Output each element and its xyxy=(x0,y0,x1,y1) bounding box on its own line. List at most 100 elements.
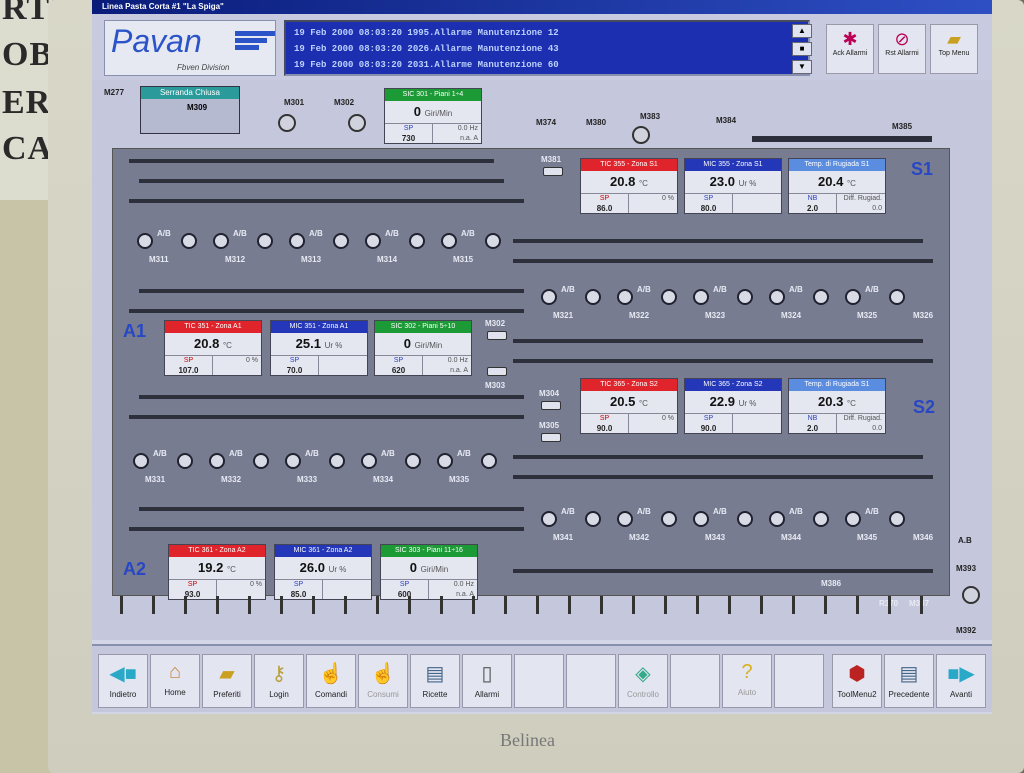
comandi-button[interactable]: ☝ Comandi xyxy=(306,654,356,708)
belt xyxy=(129,159,494,163)
roller-label: M325 xyxy=(857,311,878,320)
roller-m344[interactable]: A/B xyxy=(765,507,841,529)
roller-m342[interactable]: A/B xyxy=(613,507,689,529)
ricette-button[interactable]: ▤ Ricette xyxy=(410,654,460,708)
panel-setpoint[interactable]: SP 80.0 xyxy=(685,194,733,213)
panel-setpoint[interactable]: NB 2.0 xyxy=(789,414,837,433)
roller-m311[interactable]: A/B xyxy=(133,229,209,251)
reset-alarms-button[interactable]: ⊘ Rst Allarmi xyxy=(878,24,926,74)
back-button[interactable]: ◀■ Indietro xyxy=(98,654,148,708)
roller-m325[interactable]: A/B xyxy=(841,285,917,307)
logo-brand: Pavan xyxy=(111,23,202,59)
m302-side-label: M302 xyxy=(485,319,506,328)
roller-m313[interactable]: A/B xyxy=(285,229,361,251)
roller-m345[interactable]: A/B xyxy=(841,507,917,529)
roller-m331[interactable]: A/B xyxy=(129,449,205,471)
valve-m381-icon[interactable] xyxy=(543,167,563,176)
aiuto-button[interactable]: ? Aiuto xyxy=(722,654,772,708)
roller-m335[interactable]: A/B xyxy=(433,449,509,471)
panel-title: MIC 351 - Zona A1 xyxy=(271,321,367,333)
roller-m332[interactable]: A/B xyxy=(205,449,281,471)
avanti-button[interactable]: ■▶ Avanti xyxy=(936,654,986,708)
panel-setpoint[interactable]: NB 2.0 xyxy=(789,194,837,213)
roller-m314[interactable]: A/B xyxy=(361,229,437,251)
panel-setpoint[interactable]: SP 70.0 xyxy=(271,356,319,375)
mic365-panel[interactable]: MIC 365 - Zona S2 22.9 Ur % SP 90.0 xyxy=(684,378,782,434)
valve-m302-icon[interactable] xyxy=(487,331,507,340)
allarmi-button[interactable]: ▯ Allarmi xyxy=(462,654,512,708)
m309-label: M309 xyxy=(187,103,208,112)
alarm-line[interactable]: 19 Feb 2000 08:03:20 2026.Allarme Manute… xyxy=(294,41,800,57)
motor-m392-icon[interactable] xyxy=(962,586,980,604)
empty-slot xyxy=(514,654,564,708)
roller-m341[interactable]: A/B xyxy=(537,507,613,529)
panel-setpoint[interactable]: SP 107.0 xyxy=(165,356,213,375)
ack-alarms-button[interactable]: ✱ Ack Allarmi xyxy=(826,24,874,74)
roller-m333[interactable]: A/B xyxy=(281,449,357,471)
panel-readout: 0.0 Hz n.a. A xyxy=(457,125,478,142)
panel-setpoint[interactable]: SP 730 xyxy=(385,124,433,143)
consumi-icon: ☝ xyxy=(370,663,396,685)
alarm-scroll-down-icon[interactable]: ▼ xyxy=(792,60,812,74)
m385-label: M385 xyxy=(892,122,913,131)
panel-setpoint[interactable]: SP 90.0 xyxy=(581,414,629,433)
hmi-screen: Linea Pasta Corta #1 "La Spiga" Pavan Fb… xyxy=(92,0,992,714)
m384-label: M384 xyxy=(716,116,737,125)
bottom-toolbar: ◀■ Indietro ⌂ Home ▰ Preferiti ⚷ Login ☝ Coma… xyxy=(92,644,992,712)
panel-value: 23.0 Ur % xyxy=(709,174,757,189)
roller-m334[interactable]: A/B xyxy=(357,449,433,471)
mic355-panel[interactable]: MIC 355 - Zona S1 23.0 Ur % SP 80.0 xyxy=(684,158,782,214)
motor-m302-icon[interactable] xyxy=(348,114,366,132)
motor-m301-icon[interactable] xyxy=(278,114,296,132)
roller-m312[interactable]: A/B xyxy=(209,229,285,251)
login-label: Login xyxy=(269,690,289,699)
mic361-panel[interactable]: MIC 361 - Zona A2 26.0 Ur % SP 85.0 xyxy=(274,544,372,600)
alarm-list[interactable]: 19 Feb 2000 08:03:20 1995.Allarme Manute… xyxy=(284,20,810,76)
roller-m321[interactable]: A/B xyxy=(537,285,613,307)
alarm-line[interactable]: 19 Feb 2000 08:03:20 1995.Allarme Manute… xyxy=(294,25,800,41)
toolmenu2-button[interactable]: ⬢ ToolMenu2 xyxy=(832,654,882,708)
precedente-button[interactable]: ▤ Precedente xyxy=(884,654,934,708)
valve-m304-icon[interactable] xyxy=(541,401,561,410)
consumi-button[interactable]: ☝ Consumi xyxy=(358,654,408,708)
roller-m322[interactable]: A/B xyxy=(613,285,689,307)
preferiti-button[interactable]: ▰ Preferiti xyxy=(202,654,252,708)
controllo-button[interactable]: ◈ Controllo xyxy=(618,654,668,708)
panel-value: 0 Giri/Min xyxy=(409,560,449,575)
sic301-panel[interactable]: SIC 301 - Piani 1÷4 0 Giri/Min SP 730 0.0 … xyxy=(384,88,482,144)
alarm-scroll-up-icon[interactable]: ▲ xyxy=(792,24,812,38)
panel-setpoint[interactable]: SP 90.0 xyxy=(685,414,733,433)
belt xyxy=(513,239,923,243)
tic351-panel[interactable]: TIC 351 - Zona A1 20.8 °C SP 107.0 0 % xyxy=(164,320,262,376)
panel-value: 20.4 °C xyxy=(818,174,856,189)
panel-setpoint[interactable]: SP 620 xyxy=(375,356,423,375)
ricette-label: Ricette xyxy=(422,690,448,699)
panel-title: TIC 361 - Zona A2 xyxy=(169,545,265,557)
m393-label: M393 xyxy=(956,564,977,573)
sic302-panel[interactable]: SIC 302 - Piani 5÷10 0 Giri/Min SP 620 0.0… xyxy=(374,320,472,376)
panel-readout xyxy=(733,194,781,213)
tic361-panel[interactable]: TIC 361 - Zona A2 19.2 °C SP 93.0 0 % xyxy=(168,544,266,600)
toolmenu2-label: ToolMenu2 xyxy=(837,690,877,699)
belt xyxy=(129,527,524,531)
mic351-panel[interactable]: MIC 351 - Zona A1 25.1 Ur % SP 70.0 xyxy=(270,320,368,376)
roller-m324[interactable]: A/B xyxy=(765,285,841,307)
motor-m383-icon[interactable] xyxy=(632,126,650,144)
roller-m323[interactable]: A/B xyxy=(689,285,765,307)
roller-m315[interactable]: A/B xyxy=(437,229,513,251)
dewpoint-s2-panel[interactable]: Temp. di Rugiada S1 20.3 °C NB 2.0 Diff. R… xyxy=(788,378,886,434)
tic355-panel[interactable]: TIC 355 - Zona S1 20.8 °C SP 86.0 0 % xyxy=(580,158,678,214)
alarm-line[interactable]: 19 Feb 2000 08:03:20 2031.Allarme Manute… xyxy=(294,57,800,73)
ack-icon: ✱ xyxy=(842,29,858,49)
login-button[interactable]: ⚷ Login xyxy=(254,654,304,708)
tic365-panel[interactable]: TIC 365 - Zona S2 20.5 °C SP 90.0 0 % xyxy=(580,378,678,434)
alarm-scroll-mid-icon[interactable]: ■ xyxy=(792,42,812,56)
valve-m305-icon[interactable] xyxy=(541,433,561,442)
top-menu-button[interactable]: ▰ Top Menu xyxy=(930,24,978,74)
roller-m343[interactable]: A/B xyxy=(689,507,765,529)
sic303-panel[interactable]: SIC 303 - Piani 11÷16 0 Giri/Min SP 600 0.… xyxy=(380,544,478,600)
dewpoint-s1-panel[interactable]: Temp. di Rugiada S1 20.4 °C NB 2.0 Diff. R… xyxy=(788,158,886,214)
panel-setpoint[interactable]: SP 86.0 xyxy=(581,194,629,213)
valve-m303-icon[interactable] xyxy=(487,367,507,376)
home-button[interactable]: ⌂ Home xyxy=(150,654,200,708)
